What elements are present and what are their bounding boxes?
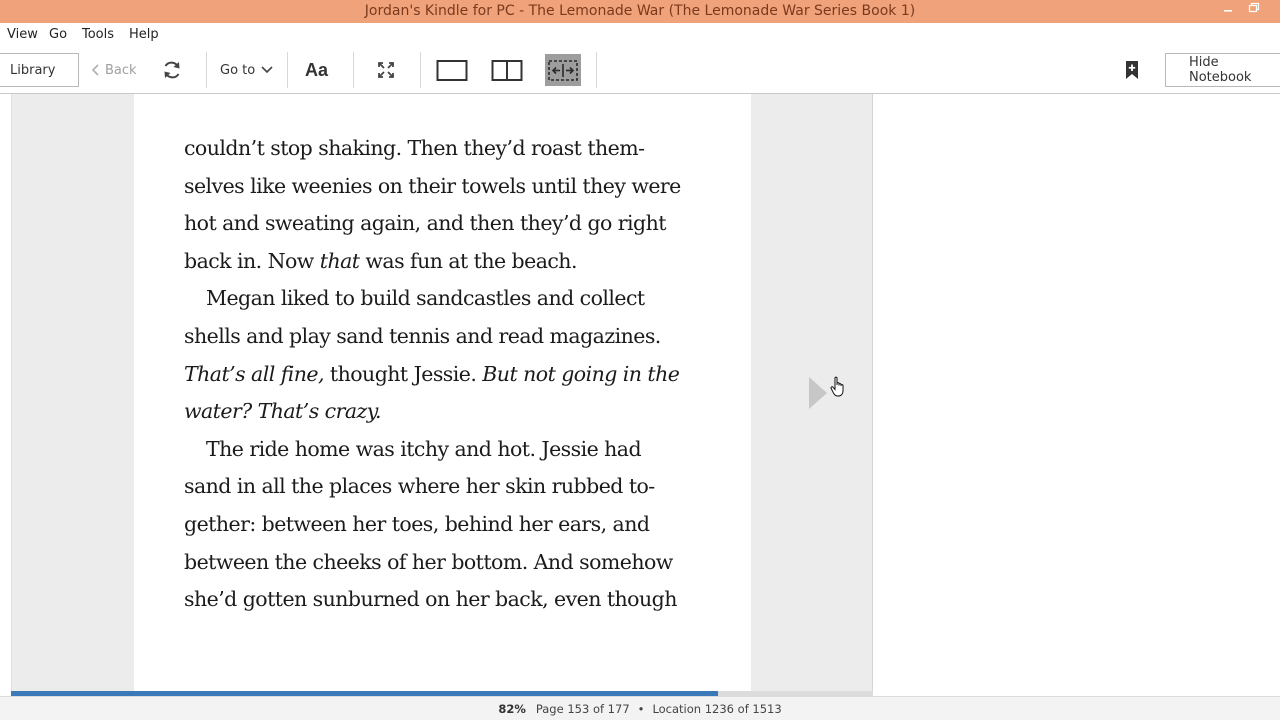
notebook-pane <box>874 94 1280 692</box>
progress-percent: 82% <box>498 702 526 716</box>
goto-dropdown[interactable]: Go to <box>220 59 274 81</box>
full-width-button[interactable] <box>545 54 581 86</box>
text-segment: back in. Now <box>184 248 320 273</box>
text-line: The ride home was itchy and hot. Jessie … <box>184 431 744 469</box>
two-column-button[interactable] <box>491 58 523 82</box>
bookmark-button[interactable] <box>1122 58 1142 82</box>
menu-view[interactable]: View <box>7 27 38 42</box>
page-indicator: Page 153 of 177 <box>535 702 630 716</box>
location-indicator: Location 1236 of 1513 <box>652 702 782 716</box>
text-segment: couldn’t stop shaking. Then they’d roast… <box>184 136 645 160</box>
hand-cursor-icon <box>830 376 844 397</box>
status-bar: 82% Page 153 of 177 • Location 1236 of 1513 <box>0 696 1280 720</box>
page-text: couldn’t stop shaking. Then they’d roast… <box>184 130 744 619</box>
menu-bar: View Go Tools Help <box>0 23 1280 47</box>
two-column-icon <box>491 60 523 81</box>
text-line: couldn’t stop shaking. Then they’d roast… <box>184 130 744 168</box>
text-line: hot and sweating again, and then they’d … <box>184 205 744 243</box>
italic-text: that <box>319 248 360 273</box>
text-segment: she’d gotten sunburned on her back, even… <box>184 587 677 612</box>
italic-text: That’s all fine, <box>184 361 324 386</box>
text-segment: shells and play sand tennis and read mag… <box>184 323 661 348</box>
sync-button[interactable] <box>160 58 184 82</box>
toolbar-divider <box>287 52 288 88</box>
fullscreen-icon <box>378 62 394 78</box>
italic-text: But not going in the <box>482 361 680 386</box>
text-line: Megan liked to build sandcastles and col… <box>184 280 744 318</box>
text-line: selves like weenies on their towels unti… <box>184 168 744 206</box>
menu-help[interactable]: Help <box>129 27 159 42</box>
sync-icon <box>164 61 180 79</box>
text-line: That’s all fine, thought Jessie. But not… <box>184 356 744 394</box>
text-segment: hot and sweating again, and then they’d … <box>184 211 667 236</box>
italic-text: water? That’s crazy. <box>184 399 382 424</box>
text-segment: The ride home was itchy and hot. Jessie … <box>206 436 642 461</box>
menu-go[interactable]: Go <box>49 27 67 42</box>
back-button[interactable]: Back <box>90 59 137 81</box>
bookmark-add-icon <box>1126 61 1138 79</box>
text-segment: between the cheeks of her bottom. And so… <box>184 549 673 574</box>
menu-tools[interactable]: Tools <box>82 27 114 42</box>
toolbar-divider <box>353 52 354 88</box>
restore-icon <box>1248 2 1260 13</box>
next-page-arrow-icon[interactable] <box>809 377 827 409</box>
text-line: water? That’s crazy. <box>184 393 744 431</box>
toolbar-divider <box>206 52 207 88</box>
chevron-left-icon <box>91 64 99 76</box>
restore-button[interactable] <box>1244 2 1264 20</box>
font-settings-button[interactable]: Aa <box>305 57 328 83</box>
chevron-down-icon <box>261 66 273 74</box>
title-bar: Jordan's Kindle for PC - The Lemonade Wa… <box>0 0 1280 23</box>
fullscreen-button[interactable] <box>374 59 398 81</box>
toolbar-divider <box>420 52 421 88</box>
single-column-icon <box>436 60 468 81</box>
text-segment: sand in all the places where her skin ru… <box>184 474 655 499</box>
book-page[interactable]: couldn’t stop shaking. Then they’d roast… <box>134 94 751 692</box>
goto-label: Go to <box>220 62 256 78</box>
status-separator: • <box>637 702 645 716</box>
text-segment: Megan liked to build sandcastles and col… <box>206 286 645 311</box>
text-line: back in. Now that was fun at the beach. <box>184 243 744 281</box>
text-segment: thought Jessie. <box>323 361 483 386</box>
back-label: Back <box>105 62 137 78</box>
toolbar: Library Back Go to Aa Hide Notebook <box>0 47 1280 94</box>
single-column-button[interactable] <box>436 58 468 82</box>
text-line: shells and play sand tennis and read mag… <box>184 318 744 356</box>
hide-notebook-button[interactable]: Hide Notebook <box>1165 53 1280 87</box>
minimize-button[interactable] <box>1218 2 1238 20</box>
library-button[interactable]: Library <box>0 53 79 87</box>
text-line: gether: between her toes, behind her ear… <box>184 506 744 544</box>
toolbar-divider <box>596 52 597 88</box>
reading-pane: couldn’t stop shaking. Then they’d roast… <box>11 94 873 692</box>
text-segment: was fun at the beach. <box>359 248 577 273</box>
text-segment: gether: between her toes, behind her ear… <box>184 511 650 536</box>
text-line: sand in all the places where her skin ru… <box>184 468 744 506</box>
minimize-icon <box>1224 10 1232 12</box>
text-line: she’d gotten sunburned on her back, even… <box>184 581 744 619</box>
window-title: Jordan's Kindle for PC - The Lemonade Wa… <box>364 3 916 19</box>
full-width-icon <box>548 60 578 81</box>
text-line: between the cheeks of her bottom. And so… <box>184 544 744 582</box>
text-segment: selves like weenies on their towels unti… <box>184 173 681 198</box>
